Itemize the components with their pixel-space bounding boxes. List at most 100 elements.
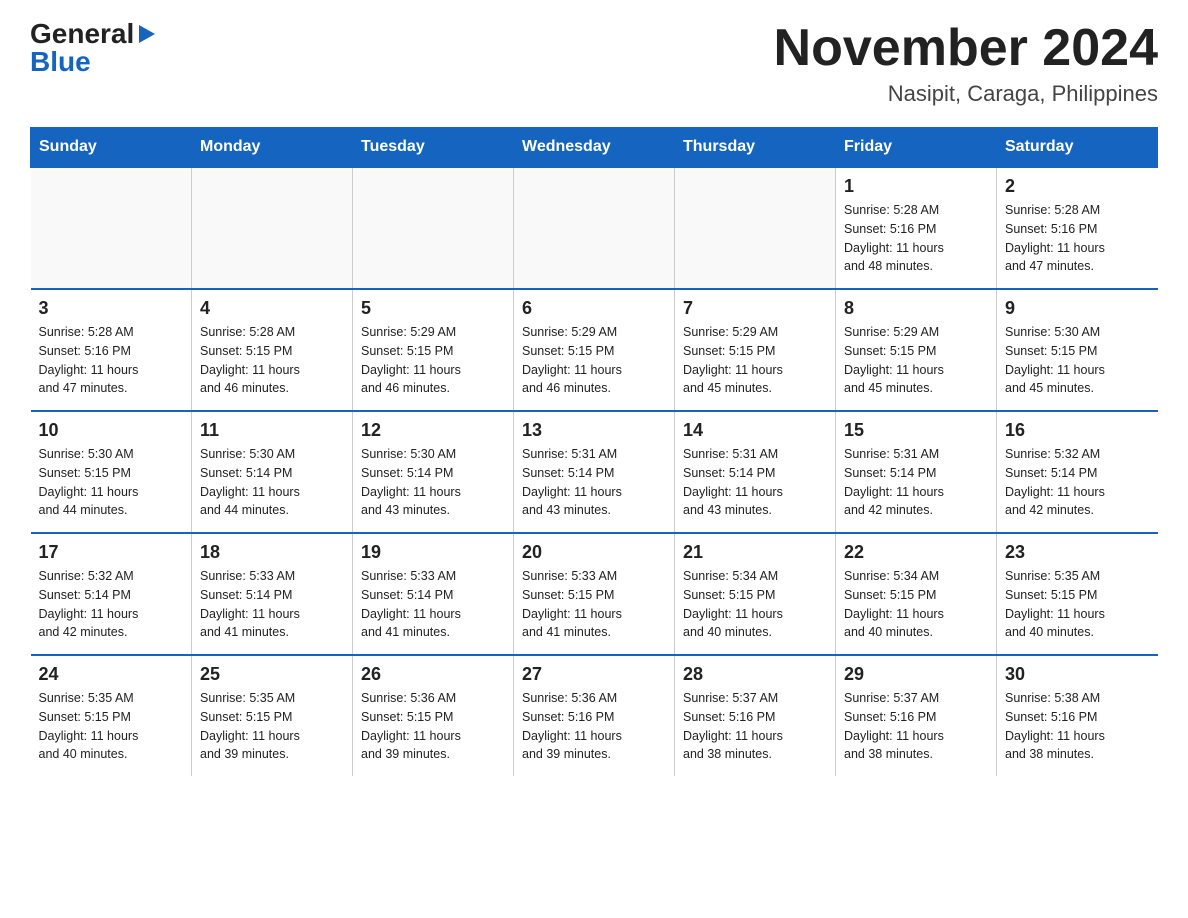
day-info: Sunrise: 5:37 AM Sunset: 5:16 PM Dayligh…: [844, 689, 988, 764]
day-number: 6: [522, 298, 666, 319]
day-number: 22: [844, 542, 988, 563]
calendar-week-row: 17 Sunrise: 5:32 AM Sunset: 5:14 PM Dayli…: [31, 533, 1158, 655]
day-info: Sunrise: 5:30 AM Sunset: 5:15 PM Dayligh…: [39, 445, 184, 520]
weekday-header-tuesday: Tuesday: [353, 128, 514, 168]
page-header: General Blue November 2024 Nasipit, Cara…: [30, 20, 1158, 107]
day-number: 27: [522, 664, 666, 685]
calendar-cell: [514, 167, 675, 289]
calendar-cell: 29 Sunrise: 5:37 AM Sunset: 5:16 PM Dayli…: [836, 655, 997, 776]
day-number: 28: [683, 664, 827, 685]
calendar-cell: 10 Sunrise: 5:30 AM Sunset: 5:15 PM Dayli…: [31, 411, 192, 533]
day-number: 24: [39, 664, 184, 685]
calendar-cell: 30 Sunrise: 5:38 AM Sunset: 5:16 PM Dayli…: [997, 655, 1158, 776]
calendar-cell: 12Sunrise: 5:30 AM Sunset: 5:14 PM Dayli…: [353, 411, 514, 533]
day-info: Sunrise: 5:35 AM Sunset: 5:15 PM Dayligh…: [1005, 567, 1150, 642]
weekday-header-sunday: Sunday: [31, 128, 192, 168]
day-number: 17: [39, 542, 184, 563]
weekday-header-row: SundayMondayTuesdayWednesdayThursdayFrid…: [31, 128, 1158, 168]
day-info: Sunrise: 5:38 AM Sunset: 5:16 PM Dayligh…: [1005, 689, 1150, 764]
calendar-cell: 19 Sunrise: 5:33 AM Sunset: 5:14 PM Dayli…: [353, 533, 514, 655]
day-info: Sunrise: 5:33 AM Sunset: 5:14 PM Dayligh…: [361, 567, 505, 642]
day-info: Sunrise: 5:33 AM Sunset: 5:15 PM Dayligh…: [522, 567, 666, 642]
calendar-cell: 7 Sunrise: 5:29 AM Sunset: 5:15 PM Daylig…: [675, 289, 836, 411]
title-block: November 2024 Nasipit, Caraga, Philippin…: [774, 20, 1158, 107]
weekday-header-wednesday: Wednesday: [514, 128, 675, 168]
logo-blue: Blue: [30, 48, 91, 76]
weekday-header-friday: Friday: [836, 128, 997, 168]
day-number: 7: [683, 298, 827, 319]
day-number: 23: [1005, 542, 1150, 563]
logo: General Blue: [30, 20, 156, 76]
calendar-cell: 11Sunrise: 5:30 AM Sunset: 5:14 PM Dayli…: [192, 411, 353, 533]
calendar-cell: 1 Sunrise: 5:28 AM Sunset: 5:16 PM Daylig…: [836, 167, 997, 289]
calendar-cell: 20Sunrise: 5:33 AM Sunset: 5:15 PM Dayli…: [514, 533, 675, 655]
day-number: 2: [1005, 176, 1150, 197]
calendar-cell: 26 Sunrise: 5:36 AM Sunset: 5:15 PM Dayli…: [353, 655, 514, 776]
day-info: Sunrise: 5:29 AM Sunset: 5:15 PM Dayligh…: [844, 323, 988, 398]
day-number: 30: [1005, 664, 1150, 685]
calendar-cell: 4 Sunrise: 5:28 AM Sunset: 5:15 PM Daylig…: [192, 289, 353, 411]
day-info: Sunrise: 5:29 AM Sunset: 5:15 PM Dayligh…: [522, 323, 666, 398]
day-info: Sunrise: 5:35 AM Sunset: 5:15 PM Dayligh…: [39, 689, 184, 764]
calendar-week-row: 3 Sunrise: 5:28 AM Sunset: 5:16 PM Daylig…: [31, 289, 1158, 411]
day-info: Sunrise: 5:34 AM Sunset: 5:15 PM Dayligh…: [683, 567, 827, 642]
day-number: 10: [39, 420, 184, 441]
calendar-cell: 24 Sunrise: 5:35 AM Sunset: 5:15 PM Dayli…: [31, 655, 192, 776]
calendar-cell: 13 Sunrise: 5:31 AM Sunset: 5:14 PM Dayli…: [514, 411, 675, 533]
month-year-title: November 2024: [774, 20, 1158, 77]
day-info: Sunrise: 5:28 AM Sunset: 5:15 PM Dayligh…: [200, 323, 344, 398]
weekday-header-thursday: Thursday: [675, 128, 836, 168]
calendar-cell: 25 Sunrise: 5:35 AM Sunset: 5:15 PM Dayli…: [192, 655, 353, 776]
calendar-cell: [31, 167, 192, 289]
calendar-cell: 27 Sunrise: 5:36 AM Sunset: 5:16 PM Dayli…: [514, 655, 675, 776]
calendar-week-row: 1 Sunrise: 5:28 AM Sunset: 5:16 PM Daylig…: [31, 167, 1158, 289]
calendar-table: SundayMondayTuesdayWednesdayThursdayFrid…: [30, 127, 1158, 776]
day-info: Sunrise: 5:36 AM Sunset: 5:15 PM Dayligh…: [361, 689, 505, 764]
day-number: 18: [200, 542, 344, 563]
calendar-cell: 16Sunrise: 5:32 AM Sunset: 5:14 PM Dayli…: [997, 411, 1158, 533]
day-number: 16: [1005, 420, 1150, 441]
calendar-cell: [353, 167, 514, 289]
calendar-cell: [192, 167, 353, 289]
calendar-cell: 15 Sunrise: 5:31 AM Sunset: 5:14 PM Dayli…: [836, 411, 997, 533]
day-info: Sunrise: 5:28 AM Sunset: 5:16 PM Dayligh…: [844, 201, 988, 276]
day-number: 11: [200, 420, 344, 441]
day-number: 25: [200, 664, 344, 685]
day-number: 26: [361, 664, 505, 685]
day-info: Sunrise: 5:35 AM Sunset: 5:15 PM Dayligh…: [200, 689, 344, 764]
day-number: 19: [361, 542, 505, 563]
day-number: 4: [200, 298, 344, 319]
calendar-cell: 28 Sunrise: 5:37 AM Sunset: 5:16 PM Dayli…: [675, 655, 836, 776]
calendar-cell: 18 Sunrise: 5:33 AM Sunset: 5:14 PM Dayli…: [192, 533, 353, 655]
day-info: Sunrise: 5:31 AM Sunset: 5:14 PM Dayligh…: [522, 445, 666, 520]
calendar-cell: 2Sunrise: 5:28 AM Sunset: 5:16 PM Daylig…: [997, 167, 1158, 289]
day-info: Sunrise: 5:32 AM Sunset: 5:14 PM Dayligh…: [39, 567, 184, 642]
weekday-header-monday: Monday: [192, 128, 353, 168]
day-info: Sunrise: 5:29 AM Sunset: 5:15 PM Dayligh…: [361, 323, 505, 398]
calendar-cell: 9Sunrise: 5:30 AM Sunset: 5:15 PM Daylig…: [997, 289, 1158, 411]
calendar-cell: 3 Sunrise: 5:28 AM Sunset: 5:16 PM Daylig…: [31, 289, 192, 411]
calendar-cell: 23 Sunrise: 5:35 AM Sunset: 5:15 PM Dayli…: [997, 533, 1158, 655]
day-info: Sunrise: 5:37 AM Sunset: 5:16 PM Dayligh…: [683, 689, 827, 764]
calendar-week-row: 24 Sunrise: 5:35 AM Sunset: 5:15 PM Dayli…: [31, 655, 1158, 776]
calendar-cell: 5 Sunrise: 5:29 AM Sunset: 5:15 PM Daylig…: [353, 289, 514, 411]
day-number: 21: [683, 542, 827, 563]
day-number: 13: [522, 420, 666, 441]
day-info: Sunrise: 5:29 AM Sunset: 5:15 PM Dayligh…: [683, 323, 827, 398]
day-number: 5: [361, 298, 505, 319]
day-number: 15: [844, 420, 988, 441]
calendar-cell: 22Sunrise: 5:34 AM Sunset: 5:15 PM Dayli…: [836, 533, 997, 655]
day-number: 29: [844, 664, 988, 685]
day-info: Sunrise: 5:31 AM Sunset: 5:14 PM Dayligh…: [844, 445, 988, 520]
day-number: 14: [683, 420, 827, 441]
day-info: Sunrise: 5:36 AM Sunset: 5:16 PM Dayligh…: [522, 689, 666, 764]
calendar-cell: [675, 167, 836, 289]
day-number: 3: [39, 298, 184, 319]
day-info: Sunrise: 5:28 AM Sunset: 5:16 PM Dayligh…: [39, 323, 184, 398]
day-number: 1: [844, 176, 988, 197]
day-number: 8: [844, 298, 988, 319]
calendar-cell: 6 Sunrise: 5:29 AM Sunset: 5:15 PM Daylig…: [514, 289, 675, 411]
weekday-header-saturday: Saturday: [997, 128, 1158, 168]
day-info: Sunrise: 5:30 AM Sunset: 5:15 PM Dayligh…: [1005, 323, 1150, 398]
day-info: Sunrise: 5:33 AM Sunset: 5:14 PM Dayligh…: [200, 567, 344, 642]
